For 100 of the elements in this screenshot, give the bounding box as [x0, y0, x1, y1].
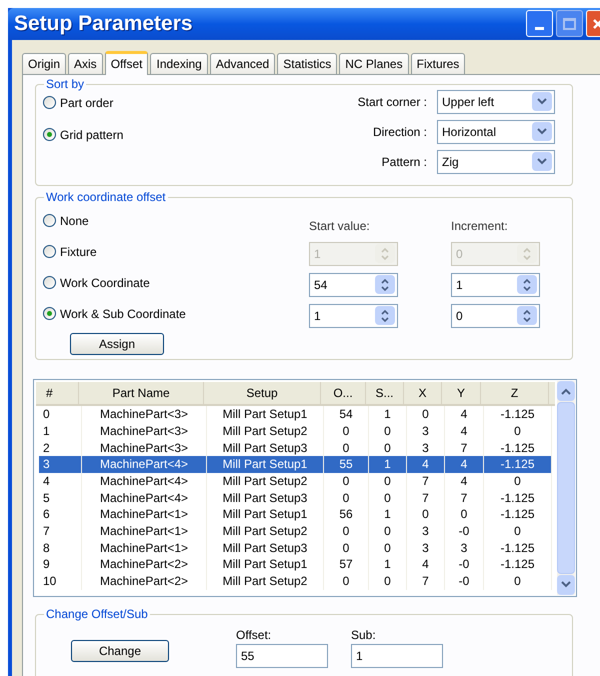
tab[interactable]: Axis — [68, 52, 103, 74]
up-down-arrows-icon — [375, 275, 395, 294]
scroll-up-icon[interactable] — [557, 381, 575, 402]
column-header[interactable]: X — [404, 382, 442, 404]
radio-button[interactable] — [43, 128, 56, 141]
scroll-down-icon[interactable] — [557, 574, 575, 595]
table-cell: 0 — [369, 573, 407, 590]
radio-button[interactable] — [43, 214, 56, 228]
column-header[interactable]: # — [36, 382, 79, 404]
up-down-arrows-icon — [517, 275, 537, 294]
column-label: Start value: — [309, 218, 371, 235]
table-cell: 7 — [407, 573, 445, 590]
tab[interactable]: Advanced — [210, 52, 276, 74]
tab[interactable]: NC Planes — [339, 52, 409, 74]
spin-field[interactable]: 1 — [451, 272, 540, 297]
table-cell: 3 — [407, 523, 445, 540]
column-header[interactable]: Y — [442, 382, 481, 404]
table-row[interactable]: 8 MachinePart<1> Mill Part Setup3 0 0 3 3 -1.125 — [39, 540, 552, 556]
table-cell: 0 — [369, 490, 407, 506]
table-cell: Mill Part Setup2 — [207, 473, 324, 490]
table-cell: 3 — [407, 422, 445, 440]
table-cell: -0 — [445, 523, 484, 540]
table-cell: 0 — [369, 422, 407, 440]
field-label: Pattern : — [382, 154, 427, 170]
column-header[interactable]: S... — [366, 382, 404, 404]
field-label: Offset: — [236, 628, 272, 642]
up-down-arrows-icon — [517, 306, 537, 326]
table-row[interactable]: 1 MachinePart<3> Mill Part Setup2 0 0 3 4 0 — [39, 422, 552, 440]
table-cell: 0 — [324, 422, 369, 440]
table-cell: 57 — [324, 556, 369, 574]
radio-button[interactable] — [43, 96, 56, 109]
tab[interactable]: Offset — [104, 50, 148, 74]
table-cell: MachinePart<4> — [82, 473, 207, 490]
table-cell: MachinePart<3> — [82, 422, 207, 440]
radio-label: Part order — [60, 94, 114, 112]
tab[interactable]: Fixtures — [410, 52, 466, 74]
input-field[interactable]: 55 — [236, 644, 328, 668]
tab[interactable]: Indexing — [150, 52, 208, 74]
tab[interactable]: Origin — [22, 52, 66, 74]
column-header[interactable]: Setup — [204, 382, 321, 404]
radio-label: Grid pattern — [60, 126, 124, 144]
maximize-button[interactable] — [556, 10, 583, 38]
table-row[interactable]: 10 MachinePart<2> Mill Part Setup2 0 0 7 -0 0 — [39, 573, 552, 590]
minimize-button[interactable] — [526, 10, 553, 38]
scrollbar[interactable] — [557, 381, 575, 595]
radio-button[interactable] — [43, 245, 56, 258]
table-cell: 3 — [39, 456, 82, 474]
radio-label: None — [60, 212, 89, 230]
spin-field[interactable]: 1 — [309, 304, 398, 328]
column-header[interactable]: O... — [321, 382, 366, 404]
table-cell: 0 — [484, 473, 552, 490]
input-field[interactable]: 1 — [351, 644, 443, 668]
table-row[interactable]: 5 MachinePart<4> Mill Part Setup3 0 0 7 7 -1.125 — [39, 490, 552, 506]
table-row[interactable]: 6 MachinePart<1> Mill Part Setup1 56 1 0 0 -1.125 — [39, 506, 552, 524]
table-cell: 0 — [324, 490, 369, 506]
table-row[interactable]: 3 MachinePart<4> Mill Part Setup1 55 1 4 4 -1.125 — [39, 456, 552, 474]
dropdown[interactable]: Upper left — [437, 90, 555, 114]
table-cell: MachinePart<1> — [82, 523, 207, 540]
table-cell: Mill Part Setup1 — [207, 456, 324, 474]
table-cell: 4 — [445, 456, 484, 474]
table-cell: MachinePart<4> — [82, 456, 207, 474]
radio-label: Work & Sub Coordinate — [60, 306, 186, 323]
table-row[interactable]: 7 MachinePart<1> Mill Part Setup2 0 0 3 -0 0 — [39, 523, 552, 540]
radio-label: Work Coordinate — [60, 274, 150, 292]
dropdown[interactable]: Horizontal — [437, 120, 555, 144]
spin-field[interactable]: 54 — [309, 272, 398, 297]
table-cell: 10 — [39, 573, 82, 590]
table-cell: 0 — [445, 506, 484, 524]
change-button[interactable]: Change — [71, 640, 169, 662]
tab[interactable]: Statistics — [277, 52, 338, 74]
table-cell: 3 — [445, 540, 484, 556]
table-cell: MachinePart<4> — [82, 490, 207, 506]
table-cell: 1 — [369, 406, 407, 423]
table-cell: 8 — [39, 540, 82, 556]
table-cell: 4 — [445, 406, 484, 423]
dropdown[interactable]: Zig — [437, 150, 555, 174]
window-title: Setup Parameters — [14, 11, 193, 37]
table-row[interactable]: 0 MachinePart<3> Mill Part Setup1 54 1 0 4 -1.125 — [39, 406, 552, 423]
column-header[interactable]: Part Name — [79, 382, 204, 404]
close-icon — [592, 18, 600, 30]
assign-button[interactable]: Assign — [70, 332, 164, 355]
table-cell: 9 — [39, 556, 82, 574]
scroll-thumb[interactable] — [557, 402, 575, 574]
spin-field[interactable]: 0 — [451, 304, 540, 328]
table-cell: 6 — [39, 506, 82, 524]
table-cell: 0 — [324, 540, 369, 556]
table-cell: 0 — [39, 406, 82, 423]
table-row[interactable]: 4 MachinePart<4> Mill Part Setup2 0 0 7 4 0 — [39, 473, 552, 490]
table-cell: -1.125 — [484, 540, 552, 556]
radio-button[interactable] — [43, 307, 56, 320]
table-cell: -0 — [445, 573, 484, 590]
table-cell: 0 — [324, 573, 369, 590]
radio-button[interactable] — [43, 276, 56, 290]
table-cell: Mill Part Setup3 — [207, 540, 324, 556]
table-row[interactable]: 9 MachinePart<2> Mill Part Setup1 57 1 4 -0 -1.125 — [39, 556, 552, 574]
table-cell: 4 — [407, 556, 445, 574]
table-cell: 55 — [324, 456, 369, 474]
column-header[interactable]: Z — [481, 382, 549, 404]
table-cell: 1 — [369, 506, 407, 524]
table-cell: 0 — [407, 406, 445, 423]
